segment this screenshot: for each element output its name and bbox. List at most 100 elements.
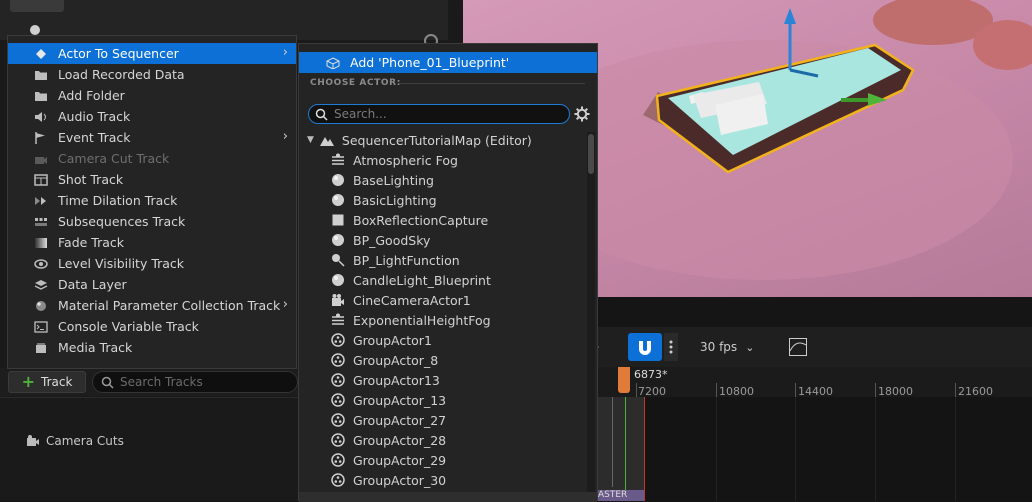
group-icon xyxy=(331,413,345,427)
time-ruler[interactable]: 6873* 7200 10800 14400 18000 21600 xyxy=(598,367,1032,398)
sphere-icon xyxy=(331,173,345,187)
actor-label: GroupActor_8 xyxy=(353,352,439,368)
camera-icon xyxy=(331,293,345,307)
camera-icon xyxy=(27,435,39,446)
master-section[interactable]: ASTER xyxy=(598,490,644,501)
add-track-button[interactable]: + Track xyxy=(8,371,86,393)
scrollbar[interactable] xyxy=(587,132,595,500)
menu-item-load-recorded-data[interactable]: Load Recorded Data xyxy=(8,64,296,85)
actor-label: BP_GoodSky xyxy=(353,232,431,248)
track-row-camera-cuts[interactable]: Camera Cuts xyxy=(26,434,124,448)
menu-item-data-layer[interactable]: Data Layer xyxy=(8,274,296,295)
actor-label: GroupActor_30 xyxy=(353,472,447,488)
menu-item-time-dilation-track[interactable]: Time Dilation Track xyxy=(8,190,296,211)
actor-list-item[interactable]: GroupActor_28 xyxy=(331,430,446,450)
eye-icon xyxy=(34,258,48,270)
chevron-right-icon: › xyxy=(282,129,288,144)
menu-item-fade-track[interactable]: Fade Track xyxy=(8,232,296,253)
light-icon xyxy=(331,253,345,267)
curve-editor-icon xyxy=(789,338,807,356)
menu-label: Level Visibility Track xyxy=(58,256,185,271)
fog-icon xyxy=(331,153,345,167)
snap-options-button[interactable] xyxy=(664,333,678,361)
track-area[interactable]: ASTER xyxy=(598,397,1032,501)
actor-label: GroupActor_13 xyxy=(353,392,447,408)
menu-label: Load Recorded Data xyxy=(58,67,185,82)
actor-label: BaseLighting xyxy=(353,172,434,188)
group-icon xyxy=(331,433,345,447)
console-icon xyxy=(34,320,48,333)
actor-tree: ▼ SequencerTutorialMap (Editor) Atmosphe… xyxy=(299,132,587,502)
media-icon xyxy=(34,342,48,354)
actor-list-item[interactable]: CineCameraActor1 xyxy=(331,290,471,310)
search-icon xyxy=(101,376,114,389)
fps-dropdown[interactable]: 30 fps ⌄ xyxy=(692,333,764,361)
collapse-arrow-icon: ▼ xyxy=(307,135,314,145)
plus-icon: + xyxy=(21,372,35,391)
group-icon xyxy=(331,333,345,347)
sphere-icon xyxy=(331,273,345,287)
actor-list-item[interactable]: GroupActor_8 xyxy=(331,350,438,370)
tree-item-map[interactable]: ▼ SequencerTutorialMap (Editor) xyxy=(307,132,532,150)
menu-item-material-parameter-collection-track[interactable]: Material Parameter Collection Track › xyxy=(8,295,296,316)
menu-label: Event Track xyxy=(58,130,131,145)
actor-list-item[interactable]: GroupActor_30 xyxy=(331,470,446,490)
menu-label: Shot Track xyxy=(58,172,124,187)
actor-list-item[interactable]: BP_GoodSky xyxy=(331,230,430,250)
menu-item-console-variable-track[interactable]: Console Variable Track xyxy=(8,316,296,337)
menu-item-media-track[interactable]: Media Track xyxy=(8,337,296,358)
end-marker xyxy=(644,397,645,501)
actor-label: GroupActor_29 xyxy=(353,452,447,468)
actor-list-item[interactable]: GroupActor_13 xyxy=(331,390,446,410)
actor-list-item[interactable]: BaseLighting xyxy=(331,170,434,190)
actor-list-item[interactable]: GroupActor13 xyxy=(331,370,440,390)
actor-list-item[interactable]: GroupActor_29 xyxy=(331,450,446,470)
scrollbar-thumb[interactable] xyxy=(588,134,594,174)
menu-label: Console Variable Track xyxy=(58,319,199,334)
menu-label: Add Folder xyxy=(58,88,125,103)
menu-item-actor-to-sequencer[interactable]: Actor To Sequencer › xyxy=(8,43,296,64)
flag-icon xyxy=(34,131,48,144)
actor-list-item[interactable]: CandleLight_Blueprint xyxy=(331,270,491,290)
menu-item-camera-cut-track: Camera Cut Track xyxy=(8,148,296,169)
actor-list-item[interactable]: GroupActor_27 xyxy=(331,410,446,430)
menu-item-audio-track[interactable]: Audio Track xyxy=(8,106,296,127)
menu-item-shot-track[interactable]: Shot Track xyxy=(8,169,296,190)
search-tracks-input[interactable]: Search Tracks xyxy=(92,371,298,393)
material-icon xyxy=(34,300,48,312)
actor-label: BasicLighting xyxy=(353,192,437,208)
actor-list-item[interactable]: BasicLighting xyxy=(331,190,437,210)
actor-list-item[interactable]: BoxReflectionCapture xyxy=(331,210,488,230)
snap-toggle-button[interactable] xyxy=(628,333,662,361)
tree-item-label: SequencerTutorialMap (Editor) xyxy=(341,132,532,148)
layers-icon xyxy=(34,279,48,291)
actor-list-item[interactable]: GroupActor1 xyxy=(331,330,432,350)
settings-button[interactable] xyxy=(574,106,590,122)
menu-item-subsequences-track[interactable]: Subsequences Track xyxy=(8,211,296,232)
add-selected-actor-button[interactable]: Add 'Phone_01_Blueprint' xyxy=(299,52,597,73)
actor-label: ExponentialHeightFog xyxy=(353,312,491,328)
menu-item-add-folder[interactable]: Add Folder xyxy=(8,85,296,106)
actor-label: CineCameraActor1 xyxy=(353,292,471,308)
group-icon xyxy=(331,473,345,487)
panel-button[interactable] xyxy=(10,0,64,12)
audio-icon xyxy=(34,111,48,123)
menu-item-event-track[interactable]: Event Track › xyxy=(8,127,296,148)
playhead-handle[interactable] xyxy=(618,367,630,393)
curve-editor-button[interactable] xyxy=(788,337,808,357)
group-icon xyxy=(331,393,345,407)
actor-list-item[interactable]: BP_LightFunction xyxy=(331,250,460,270)
search-icon xyxy=(315,108,328,121)
menu-label: Fade Track xyxy=(58,235,125,250)
actor-search-input[interactable]: Search... xyxy=(308,104,570,124)
add-track-menu: Actor To Sequencer › Load Recorded Data … xyxy=(7,35,297,369)
track-label: Camera Cuts xyxy=(46,434,124,448)
actor-label: BP_LightFunction xyxy=(353,252,460,268)
add-actor-label: Add 'Phone_01_Blueprint' xyxy=(350,55,510,70)
search-tracks-placeholder: Search Tracks xyxy=(120,375,203,389)
actor-label: GroupActor1 xyxy=(353,332,432,348)
actor-list-item[interactable]: ExponentialHeightFog xyxy=(331,310,491,330)
actor-list-item[interactable]: Atmospheric Fog xyxy=(331,150,458,170)
sphere-icon xyxy=(331,193,345,207)
menu-item-level-visibility-track[interactable]: Level Visibility Track xyxy=(8,253,296,274)
